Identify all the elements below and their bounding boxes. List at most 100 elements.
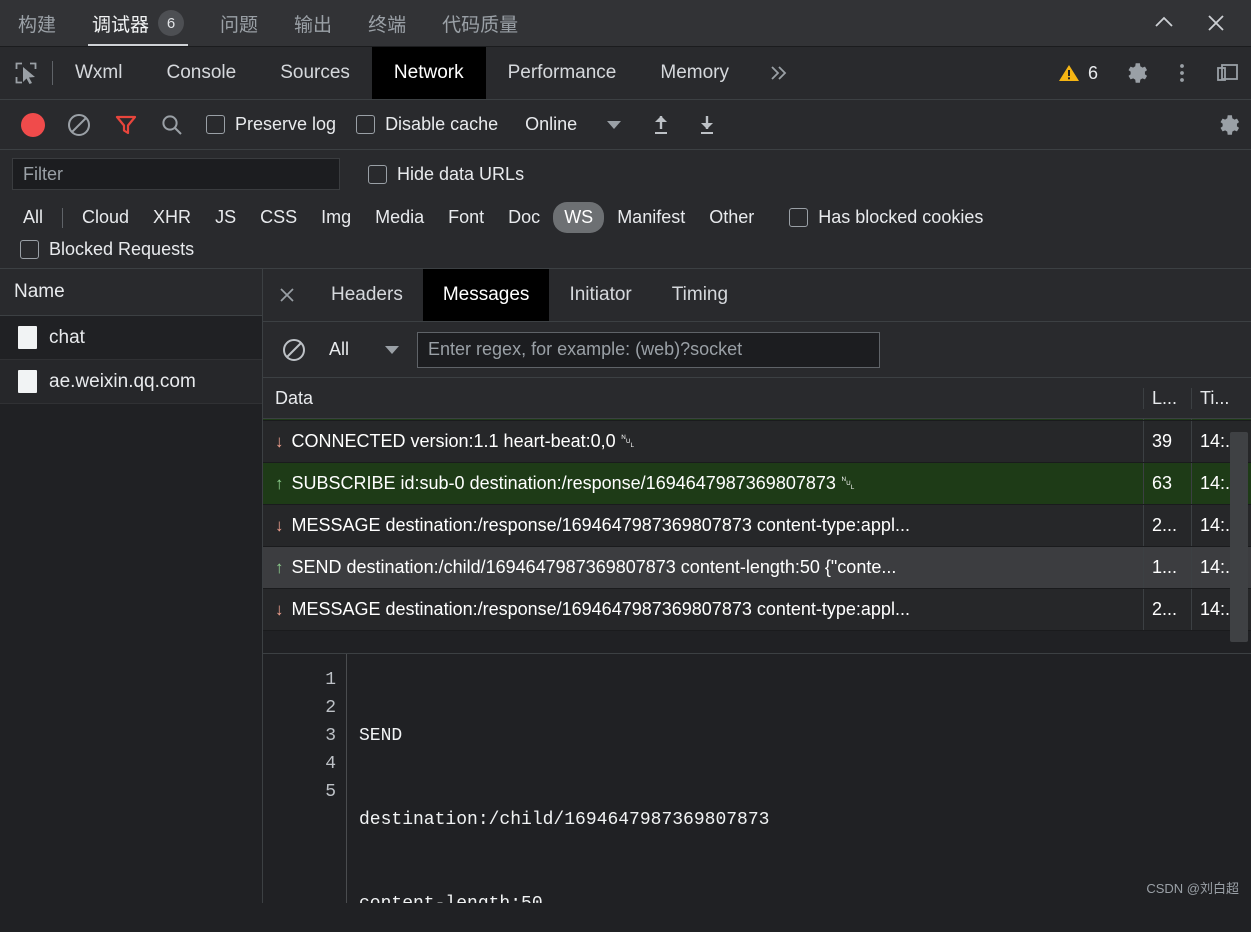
network-settings-button[interactable] xyxy=(1205,112,1251,138)
tab-label: Wxml xyxy=(75,62,123,83)
request-row-ae-weixin[interactable]: ae.weixin.qq.com xyxy=(0,360,262,404)
type-filter-label: XHR xyxy=(153,207,192,227)
request-name-label: chat xyxy=(49,326,85,348)
message-row[interactable]: ↓ CONNECTED version:1.1 heart-beat:0,0 ␀… xyxy=(263,421,1251,463)
messages-table-header: Data L... Ti... xyxy=(263,378,1251,419)
type-filter-cloud[interactable]: Cloud xyxy=(71,202,140,233)
message-row[interactable]: ↑ SUBSCRIBE id:sub-0 destination:/respon… xyxy=(263,463,1251,505)
disable-cache-checkbox[interactable]: Disable cache xyxy=(346,114,508,135)
tab-console[interactable]: Console xyxy=(144,47,258,99)
message-regex-input[interactable] xyxy=(417,331,881,368)
ide-tab-build[interactable]: 构建 xyxy=(0,0,74,46)
filter-input[interactable] xyxy=(12,158,340,190)
has-blocked-cookies-checkbox[interactable]: Has blocked cookies xyxy=(767,207,993,228)
message-type-select[interactable]: All xyxy=(329,339,400,360)
type-filter-xhr[interactable]: XHR xyxy=(142,202,202,233)
warning-triangle-icon xyxy=(1058,65,1079,81)
tab-sources[interactable]: Sources xyxy=(258,47,372,99)
ide-tab-code-quality[interactable]: 代码质量 xyxy=(424,0,536,46)
tab-label: Sources xyxy=(280,62,350,83)
column-header-length[interactable]: L... xyxy=(1143,387,1191,409)
detail-tab-messages[interactable]: Messages xyxy=(422,269,550,321)
type-filter-font[interactable]: Font xyxy=(437,202,495,233)
collapse-panel-button[interactable] xyxy=(1141,0,1187,46)
type-filter-all[interactable]: All xyxy=(12,202,54,233)
tab-network[interactable]: Network xyxy=(371,47,486,99)
clear-messages-button[interactable] xyxy=(277,327,311,373)
detail-tab-headers[interactable]: Headers xyxy=(311,269,423,321)
checkbox-box xyxy=(356,115,376,134)
tab-memory[interactable]: Memory xyxy=(638,47,751,99)
payload-code-text[interactable]: SEND destination:/child/1694647987369807… xyxy=(347,654,1251,903)
message-row[interactable]: ↓ MESSAGE destination:/response/16946479… xyxy=(263,589,1251,631)
type-filter-label: All xyxy=(23,207,44,227)
devtools-more-options-button[interactable] xyxy=(1159,60,1205,86)
tab-performance[interactable]: Performance xyxy=(486,47,639,99)
messages-vertical-scrollbar[interactable] xyxy=(1230,432,1248,642)
type-filter-label: Other xyxy=(709,207,755,227)
column-header-time[interactable]: Ti... xyxy=(1191,387,1251,409)
checkbox-box xyxy=(789,208,809,227)
direction-up-icon: ↑ xyxy=(275,557,284,577)
type-filter-img[interactable]: Img xyxy=(310,202,362,233)
requests-list-pane: Name chat ae.weixin.qq.com xyxy=(0,269,263,903)
warning-count-chip[interactable]: 6 xyxy=(1044,63,1112,84)
blocked-requests-checkbox[interactable]: Blocked Requests xyxy=(20,239,204,260)
detail-tab-initiator[interactable]: Initiator xyxy=(549,269,651,321)
devtools-settings-button[interactable] xyxy=(1113,60,1159,86)
request-row-chat[interactable]: chat xyxy=(0,316,262,360)
request-name-label: ae.weixin.qq.com xyxy=(49,370,196,392)
tab-wxml[interactable]: Wxml xyxy=(53,47,144,99)
more-tabs-button[interactable] xyxy=(751,47,807,99)
direction-down-icon: ↓ xyxy=(275,431,284,451)
import-har-button[interactable] xyxy=(638,102,684,148)
type-filter-media[interactable]: Media xyxy=(364,202,435,233)
inspect-element-button[interactable] xyxy=(0,47,52,99)
record-button[interactable] xyxy=(10,102,56,148)
tab-label: Initiator xyxy=(569,284,632,305)
close-icon xyxy=(280,288,294,302)
message-row[interactable]: ↓ MESSAGE destination:/response/16946479… xyxy=(263,505,1251,547)
preserve-log-label: Preserve log xyxy=(235,114,337,134)
dock-position-button[interactable] xyxy=(1205,60,1251,86)
type-filter-doc[interactable]: Doc xyxy=(497,202,551,233)
ide-tab-problems[interactable]: 问题 xyxy=(202,0,276,46)
ide-tab-debugger[interactable]: 调试器 6 xyxy=(74,0,202,46)
column-header-data[interactable]: Data xyxy=(263,388,1143,409)
record-circle-icon xyxy=(21,112,45,137)
requests-list-header: Name xyxy=(0,269,262,316)
export-har-button[interactable] xyxy=(684,102,730,148)
close-panel-button[interactable] xyxy=(1193,0,1239,46)
has-blocked-cookies-label: Has blocked cookies xyxy=(818,207,984,227)
resource-type-filters: All Cloud XHR JS CSS Img Media Font Doc … xyxy=(0,198,1251,237)
line-number: 1 xyxy=(325,670,336,690)
preserve-log-checkbox[interactable]: Preserve log xyxy=(196,114,346,135)
search-button[interactable] xyxy=(149,102,195,148)
checkbox-box xyxy=(20,240,39,259)
clear-requests-button[interactable] xyxy=(56,102,102,148)
ide-tab-strip: 构建 调试器 6 问题 输出 终端 代码质量 xyxy=(0,0,1251,47)
type-filter-ws[interactable]: WS xyxy=(553,202,605,233)
close-detail-button[interactable] xyxy=(263,269,311,321)
ide-window-controls xyxy=(1141,0,1251,46)
message-length-cell: 39 xyxy=(1143,421,1191,462)
filter-toggle-button[interactable] xyxy=(103,102,149,148)
message-length-cell: 1... xyxy=(1143,547,1191,588)
type-filter-manifest[interactable]: Manifest xyxy=(606,202,696,233)
chevron-double-right-icon xyxy=(771,66,787,80)
ide-tab-label: 代码质量 xyxy=(442,14,519,36)
throttling-select[interactable]: Online xyxy=(509,114,637,135)
ide-tab-output[interactable]: 输出 xyxy=(276,0,350,46)
hide-data-urls-checkbox[interactable]: Hide data URLs xyxy=(368,164,534,185)
watermark: CSDN @刘白超 xyxy=(1146,881,1239,896)
clear-no-entry-icon xyxy=(68,113,90,136)
code-line: destination:/child/1694647987369807873 xyxy=(359,810,770,830)
message-data-cell: ↓ CONNECTED version:1.1 heart-beat:0,0 ␀ xyxy=(263,431,1143,452)
message-row-selected[interactable]: ↑ SEND destination:/child/16946479873698… xyxy=(263,547,1251,589)
ide-tab-terminal[interactable]: 终端 xyxy=(350,0,424,46)
detail-tab-timing[interactable]: Timing xyxy=(652,269,748,321)
type-filter-css[interactable]: CSS xyxy=(249,202,308,233)
type-filter-js[interactable]: JS xyxy=(204,202,247,233)
type-filter-other[interactable]: Other xyxy=(698,202,765,233)
tab-label: Performance xyxy=(507,62,617,83)
